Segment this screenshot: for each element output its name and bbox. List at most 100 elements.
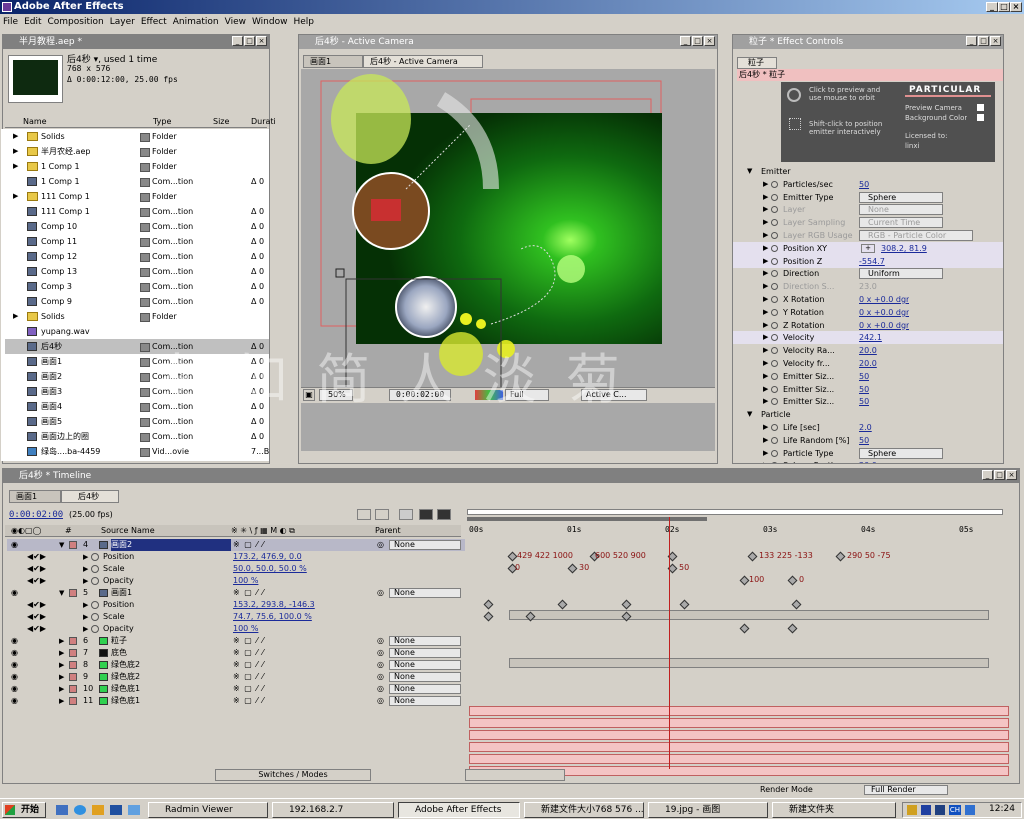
layer-label-color[interactable]	[69, 697, 77, 705]
stopwatch-icon[interactable]	[771, 232, 778, 239]
project-item[interactable]: Comp 3 Com...tion Δ 0	[5, 279, 269, 294]
effect-param-dropdown[interactable]: Current Time	[859, 217, 943, 229]
layer-twirl-icon[interactable]: ▼	[59, 539, 64, 551]
keyframe-nav-icon[interactable]: ◀✔▶	[27, 611, 46, 623]
stopwatch-icon[interactable]	[771, 372, 778, 380]
timeline-property-row[interactable]: ▶ Scale 74.7, 75.6, 100.0 % ◀✔▶	[7, 611, 465, 623]
parent-pickwhip-icon[interactable]: ◎	[377, 647, 384, 659]
comp-close-button[interactable]: ×	[704, 36, 715, 46]
eye-icon[interactable]: ◉	[11, 683, 18, 695]
layer-label-color[interactable]	[69, 589, 77, 597]
effect-param-row[interactable]: ▶ Y Rotation 0 x +0.0 dgr	[733, 306, 1003, 319]
stopwatch-icon[interactable]	[771, 360, 778, 367]
layer-twirl-icon[interactable]: ▶	[59, 671, 64, 683]
eye-icon[interactable]: ◉	[11, 647, 18, 659]
timeline-property-row[interactable]: ▶ Opacity 100 % ◀✔▶	[7, 623, 465, 635]
parent-select[interactable]: None	[389, 636, 461, 646]
col-type[interactable]: Type	[153, 115, 171, 128]
tab-effect-layer[interactable]: 粒子	[737, 57, 777, 69]
stopwatch-icon[interactable]	[771, 334, 778, 342]
layer-name[interactable]: 绿色底2	[111, 671, 231, 683]
time-navigator[interactable]	[467, 509, 1003, 515]
switches-modes-toggle[interactable]: Switches / Modes	[215, 769, 371, 781]
project-item[interactable]: 1 Comp 1 Com...tion Δ 0	[5, 174, 269, 189]
stopwatch-icon[interactable]	[771, 206, 778, 214]
twirl-arrow-icon[interactable]: ▶	[763, 383, 768, 396]
layer-switches[interactable]: ※ ▢ ⁄ ⁄	[233, 695, 265, 707]
effect-param-dropdown[interactable]: Uniform	[859, 268, 943, 280]
twirl-arrow-icon[interactable]: ▶	[763, 344, 768, 357]
graph-icon[interactable]	[437, 509, 451, 520]
twirl-arrow-icon[interactable]: ▶	[763, 229, 768, 242]
effect-param-value[interactable]: 50	[859, 178, 869, 191]
effect-param-row[interactable]: ▶ Velocity Ra... 20.0	[733, 344, 1003, 357]
effect-param-value[interactable]: 0 x +0.0 dgr	[859, 306, 909, 319]
layer-duration-bar[interactable]	[469, 706, 1009, 716]
draft3d-icon[interactable]	[399, 509, 413, 520]
comp-min-button[interactable]: _	[680, 36, 691, 46]
bg-color-checkbox[interactable]	[977, 114, 984, 121]
layer-name[interactable]: 画面1	[111, 587, 231, 599]
task-remote[interactable]: 192.168.2.7	[272, 802, 394, 818]
effect-param-row[interactable]: ▶ Emitter Siz... 50	[733, 383, 1003, 396]
maximize-button[interactable]: □	[998, 2, 1010, 12]
project-item[interactable]: ▶ Solids Folder	[5, 309, 269, 324]
comp-flowchart-icon[interactable]	[357, 509, 371, 520]
keyframe-marker[interactable]	[739, 575, 750, 586]
tab-comp-active[interactable]: 后4秒 - Active Camera	[363, 55, 483, 68]
task-paint[interactable]: 19.jpg - 画图	[648, 802, 768, 818]
layer-twirl-icon[interactable]: ▶	[59, 683, 64, 695]
effect-param-row[interactable]: ▶ Particle Type Sphere	[733, 447, 1003, 460]
effect-param-value[interactable]: 20.0	[859, 459, 877, 463]
effect-param-value[interactable]: 20.0	[859, 344, 877, 357]
menu-layer[interactable]: Layer	[107, 17, 138, 27]
col-source-name[interactable]: Source Name	[101, 525, 155, 537]
parent-select[interactable]: None	[389, 672, 461, 682]
parent-pickwhip-icon[interactable]: ◎	[377, 683, 384, 695]
stopwatch-icon[interactable]	[91, 565, 99, 573]
timeline-property-row[interactable]: ▶ Position 153.2, 293.8, -146.3 ◀✔▶	[7, 599, 465, 611]
parent-select[interactable]: None	[389, 696, 461, 706]
stopwatch-icon[interactable]	[771, 436, 778, 444]
keyframe-marker[interactable]	[787, 623, 798, 634]
stopwatch-icon[interactable]	[771, 193, 778, 201]
layer-duration-bar[interactable]	[469, 754, 1009, 764]
keyframe-nav-icon[interactable]: ◀✔▶	[27, 551, 46, 563]
parent-select[interactable]: None	[389, 660, 461, 670]
effect-param-value[interactable]: 0 x +0.0 dgr	[859, 293, 909, 306]
effect-param-row[interactable]: ▶ X Rotation 0 x +0.0 dgr	[733, 293, 1003, 306]
twirl-arrow-icon[interactable]: ▶	[763, 267, 768, 280]
keyframe-marker[interactable]	[679, 599, 690, 610]
close-button[interactable]: ×	[1010, 2, 1022, 12]
effect-param-value[interactable]: 20.0	[859, 357, 877, 370]
timeline-property-row[interactable]: ▶ Opacity 100 % ◀✔▶	[7, 575, 465, 587]
effect-param-value[interactable]: 242.1	[859, 331, 882, 344]
layer-switches[interactable]: ※ ▢ ⁄ ⁄	[233, 539, 265, 551]
layer-twirl-icon[interactable]: ▼	[59, 587, 64, 599]
stopwatch-icon[interactable]	[771, 385, 778, 393]
tray-icon-1[interactable]	[907, 805, 917, 815]
keyframe-marker[interactable]	[567, 563, 578, 574]
task-after-effects[interactable]: Adobe After Effects	[398, 802, 520, 818]
quicklaunch-messenger-icon[interactable]	[128, 805, 140, 815]
prop-twirl-icon[interactable]: ▶	[83, 599, 88, 611]
expand-arrow-icon[interactable]: ▶	[13, 144, 18, 159]
stopwatch-icon[interactable]	[771, 180, 778, 188]
property-value[interactable]: 100 %	[233, 623, 373, 635]
preview-camera-checkbox[interactable]	[977, 104, 984, 111]
tray-icon-5[interactable]	[965, 805, 975, 815]
timeline-layer-row[interactable]: ◉ ▼ 4 画面2 ※ ▢ ⁄ ⁄ ◎ None	[7, 539, 465, 551]
task-folder[interactable]: 新建文件夹	[772, 802, 896, 818]
stopwatch-icon[interactable]	[771, 257, 778, 265]
twirl-arrow-icon[interactable]: ▶	[763, 434, 768, 447]
tl-max-button[interactable]: □	[994, 470, 1005, 480]
crosshair-icon[interactable]: +	[861, 243, 875, 253]
keyframe-marker[interactable]	[621, 599, 632, 610]
effect-param-value[interactable]: 0 x +0.0 dgr	[859, 319, 909, 332]
effect-param-row[interactable]: ▶ Z Rotation 0 x +0.0 dgr	[733, 319, 1003, 332]
menu-help[interactable]: Help	[290, 17, 317, 27]
ime-icon[interactable]: CH	[949, 805, 961, 815]
keyframe-nav-icon[interactable]: ◀✔▶	[27, 623, 46, 635]
work-area-bar[interactable]	[467, 517, 707, 521]
twirl-arrow-icon[interactable]: ▶	[763, 191, 768, 204]
